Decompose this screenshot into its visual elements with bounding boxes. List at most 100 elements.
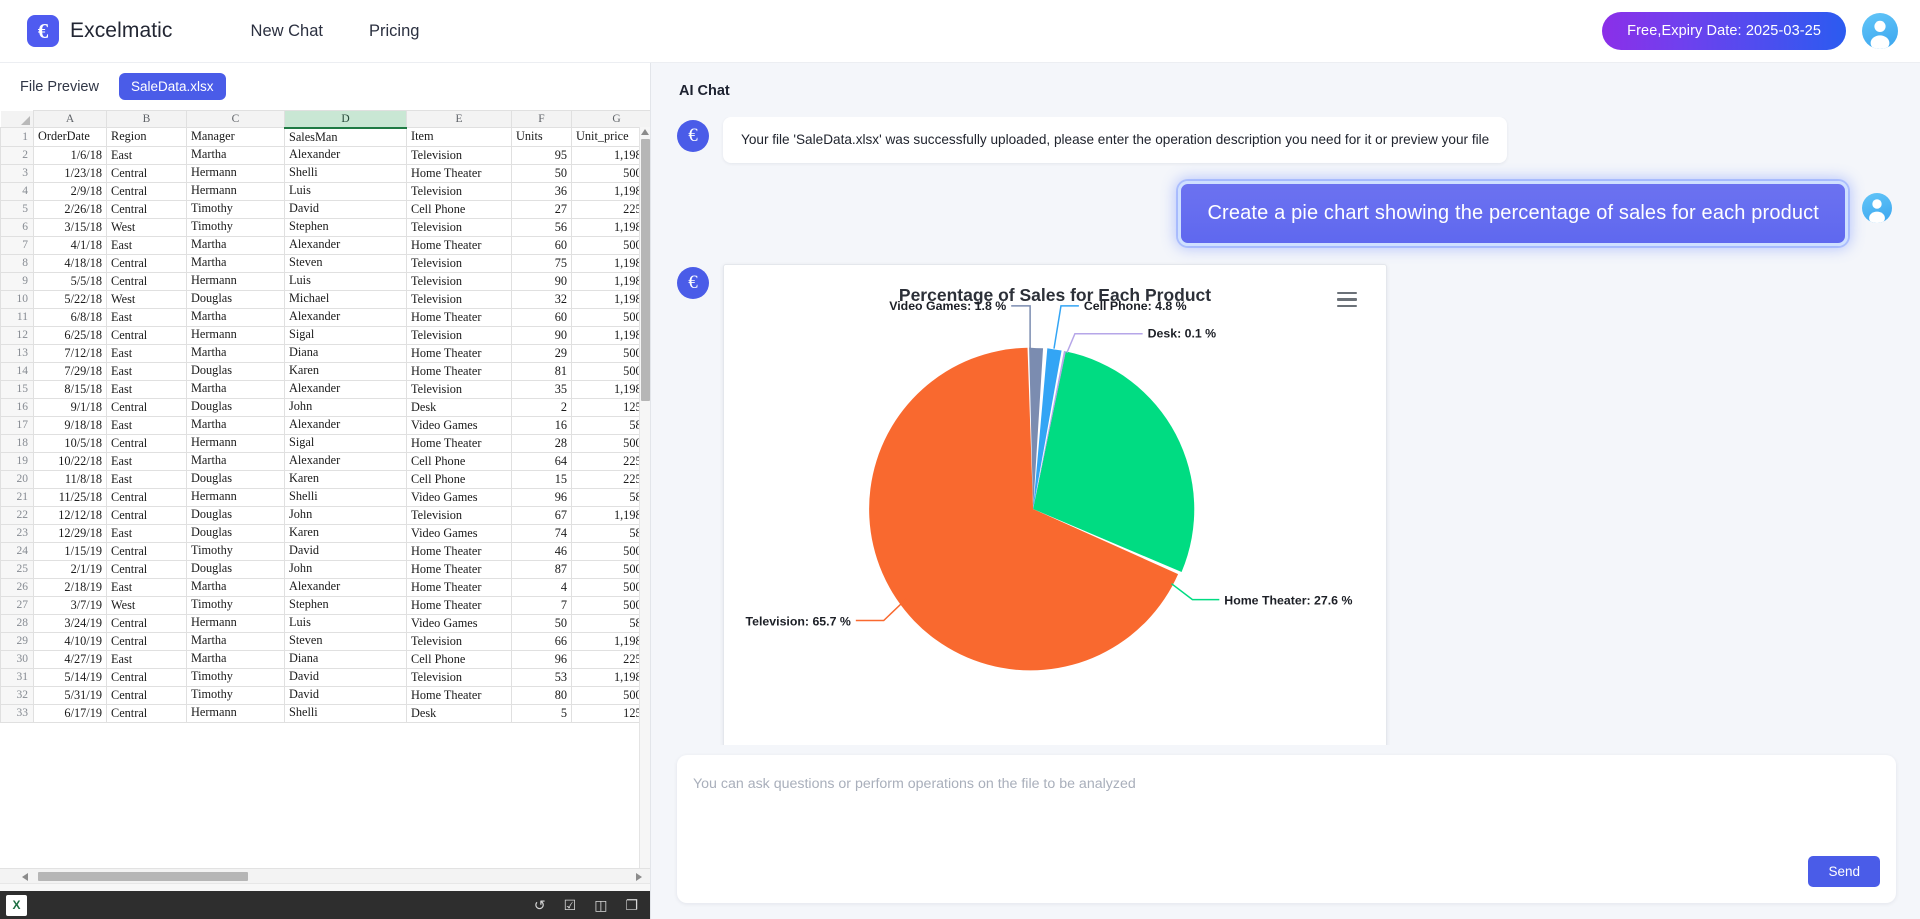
cell-e28[interactable]: Video Games: [407, 614, 512, 632]
row-header[interactable]: 24: [1, 542, 34, 560]
cell-c1[interactable]: Manager: [187, 128, 285, 147]
row-header[interactable]: 18: [1, 434, 34, 452]
cell-c21[interactable]: Hermann: [187, 488, 285, 506]
sheet-vertical-scrollbar[interactable]: [639, 127, 650, 868]
row-header[interactable]: 9: [1, 272, 34, 290]
row-header[interactable]: 25: [1, 560, 34, 578]
cell-c32[interactable]: Timothy: [187, 686, 285, 704]
cell-a31[interactable]: 5/14/19: [34, 668, 107, 686]
cell-b20[interactable]: East: [107, 470, 187, 488]
cell-c2[interactable]: Martha: [187, 146, 285, 164]
cell-b8[interactable]: Central: [107, 254, 187, 272]
excel-app-icon[interactable]: X: [6, 895, 27, 916]
cell-f23[interactable]: 74: [512, 524, 572, 542]
cell-f3[interactable]: 50: [512, 164, 572, 182]
cell-c3[interactable]: Hermann: [187, 164, 285, 182]
cell-f30[interactable]: 96: [512, 650, 572, 668]
brand[interactable]: € Excelmatic: [27, 15, 173, 47]
cell-e18[interactable]: Home Theater: [407, 434, 512, 452]
cell-d7[interactable]: Alexander: [285, 236, 407, 254]
copy-icon[interactable]: ❐: [625, 898, 638, 912]
table-row[interactable]: 241/15/19CentralTimothyDavidHome Theater…: [1, 542, 651, 560]
table-row[interactable]: 2212/12/18CentralDouglasJohnTelevision67…: [1, 506, 651, 524]
cell-f14[interactable]: 81: [512, 362, 572, 380]
nav-link-pricing[interactable]: Pricing: [369, 22, 419, 41]
cell-d12[interactable]: Sigal: [285, 326, 407, 344]
cell-d27[interactable]: Stephen: [285, 596, 407, 614]
cell-b29[interactable]: Central: [107, 632, 187, 650]
cell-e26[interactable]: Home Theater: [407, 578, 512, 596]
table-row[interactable]: 169/1/18CentralDouglasJohnDesk2125.00: [1, 398, 651, 416]
cell-a17[interactable]: 9/18/18: [34, 416, 107, 434]
scroll-up-arrow-icon[interactable]: [641, 129, 649, 135]
cell-e3[interactable]: Home Theater: [407, 164, 512, 182]
cell-b17[interactable]: East: [107, 416, 187, 434]
cell-a33[interactable]: 6/17/19: [34, 704, 107, 722]
cell-a7[interactable]: 4/1/18: [34, 236, 107, 254]
cell-f2[interactable]: 95: [512, 146, 572, 164]
row-header[interactable]: 28: [1, 614, 34, 632]
table-row[interactable]: 1 OrderDate Region Manager SalesMan Item…: [1, 128, 651, 147]
cell-c13[interactable]: Martha: [187, 344, 285, 362]
cell-a9[interactable]: 5/5/18: [34, 272, 107, 290]
cell-d24[interactable]: David: [285, 542, 407, 560]
row-header[interactable]: 15: [1, 380, 34, 398]
cell-e1[interactable]: Item: [407, 128, 512, 147]
cell-e12[interactable]: Television: [407, 326, 512, 344]
cell-e9[interactable]: Television: [407, 272, 512, 290]
table-row[interactable]: 283/24/19CentralHermannLuisVideo Games50…: [1, 614, 651, 632]
table-row[interactable]: 325/31/19CentralTimothyDavidHome Theater…: [1, 686, 651, 704]
cell-b30[interactable]: East: [107, 650, 187, 668]
table-row[interactable]: 158/15/18EastMarthaAlexanderTelevision35…: [1, 380, 651, 398]
cell-a21[interactable]: 11/25/18: [34, 488, 107, 506]
column-header-b[interactable]: B: [107, 111, 187, 128]
cell-e32[interactable]: Home Theater: [407, 686, 512, 704]
cell-b24[interactable]: Central: [107, 542, 187, 560]
cell-c10[interactable]: Douglas: [187, 290, 285, 308]
column-header-g[interactable]: G: [572, 111, 651, 128]
row-header[interactable]: 30: [1, 650, 34, 668]
cell-b28[interactable]: Central: [107, 614, 187, 632]
table-row[interactable]: 304/27/19EastMarthaDianaCell Phone96225.…: [1, 650, 651, 668]
row-header[interactable]: 11: [1, 308, 34, 326]
spreadsheet-viewport[interactable]: A B C D E F G 1 OrderDate: [0, 110, 650, 868]
cell-e30[interactable]: Cell Phone: [407, 650, 512, 668]
row-header[interactable]: 2: [1, 146, 34, 164]
cell-b7[interactable]: East: [107, 236, 187, 254]
cell-a29[interactable]: 4/10/19: [34, 632, 107, 650]
cell-d32[interactable]: David: [285, 686, 407, 704]
cell-b4[interactable]: Central: [107, 182, 187, 200]
cell-d14[interactable]: Karen: [285, 362, 407, 380]
file-preview-label[interactable]: File Preview: [14, 75, 105, 99]
cell-b16[interactable]: Central: [107, 398, 187, 416]
cell-c6[interactable]: Timothy: [187, 218, 285, 236]
cell-a32[interactable]: 5/31/19: [34, 686, 107, 704]
table-row[interactable]: 252/1/19CentralDouglasJohnHome Theater87…: [1, 560, 651, 578]
cell-d23[interactable]: Karen: [285, 524, 407, 542]
row-header[interactable]: 1: [1, 128, 34, 147]
cell-d16[interactable]: John: [285, 398, 407, 416]
column-header-c[interactable]: C: [187, 111, 285, 128]
row-header[interactable]: 27: [1, 596, 34, 614]
cell-b9[interactable]: Central: [107, 272, 187, 290]
table-row[interactable]: 116/8/18EastMarthaAlexanderHome Theater6…: [1, 308, 651, 326]
cell-d3[interactable]: Shelli: [285, 164, 407, 182]
cell-a16[interactable]: 9/1/18: [34, 398, 107, 416]
cell-e16[interactable]: Desk: [407, 398, 512, 416]
cell-c33[interactable]: Hermann: [187, 704, 285, 722]
cell-c22[interactable]: Douglas: [187, 506, 285, 524]
row-header[interactable]: 16: [1, 398, 34, 416]
cell-d1[interactable]: SalesMan: [285, 128, 407, 147]
cell-e33[interactable]: Desk: [407, 704, 512, 722]
table-row[interactable]: 63/15/18WestTimothyStephenTelevision561,…: [1, 218, 651, 236]
cell-d21[interactable]: Shelli: [285, 488, 407, 506]
table-row[interactable]: 52/26/18CentralTimothyDavidCell Phone272…: [1, 200, 651, 218]
chat-input[interactable]: [693, 776, 1880, 792]
row-header[interactable]: 10: [1, 290, 34, 308]
table-row[interactable]: 2312/29/18EastDouglasKarenVideo Games745…: [1, 524, 651, 542]
cell-b21[interactable]: Central: [107, 488, 187, 506]
row-header[interactable]: 6: [1, 218, 34, 236]
row-header[interactable]: 5: [1, 200, 34, 218]
table-row[interactable]: 21/6/18EastMarthaAlexanderTelevision951,…: [1, 146, 651, 164]
cell-a19[interactable]: 10/22/18: [34, 452, 107, 470]
